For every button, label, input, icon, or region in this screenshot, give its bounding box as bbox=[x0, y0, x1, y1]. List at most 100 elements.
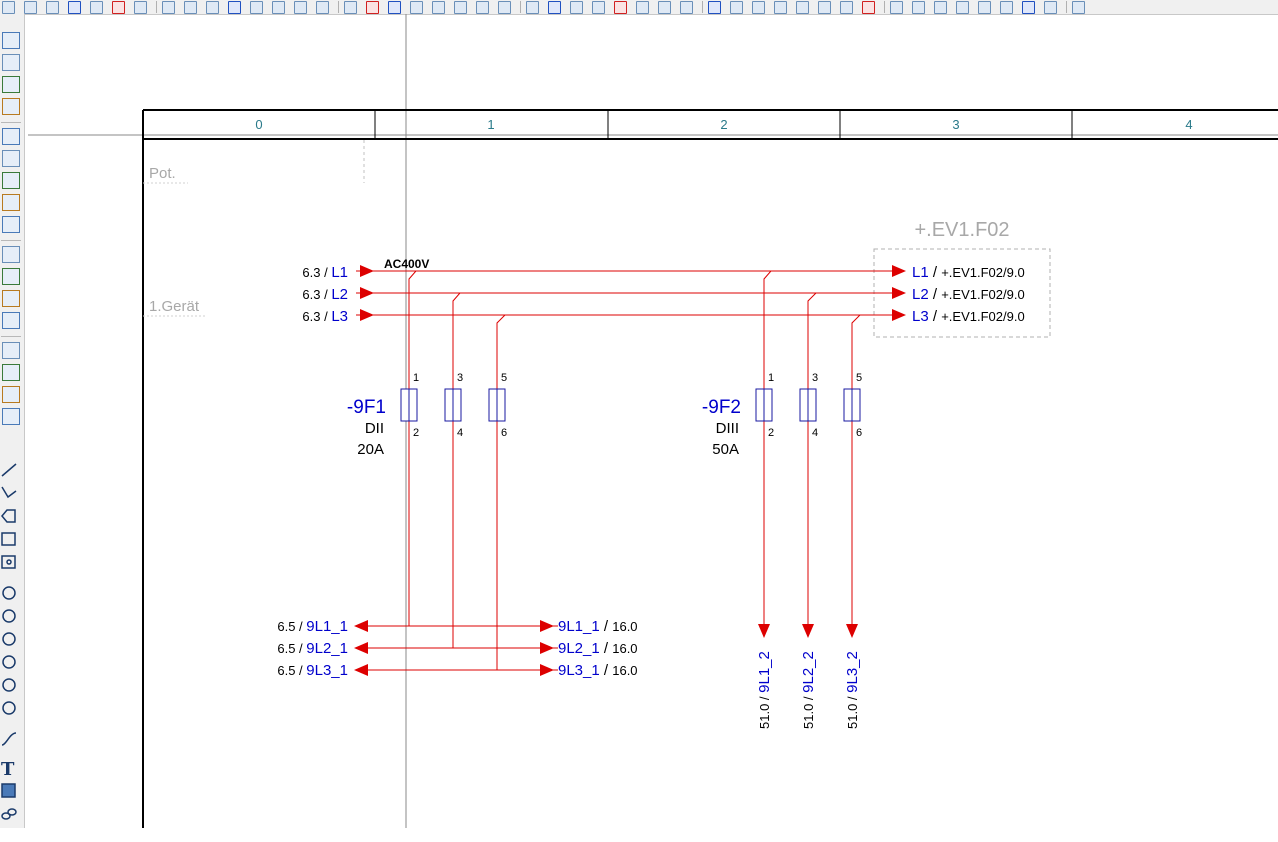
tool-icon[interactable] bbox=[272, 1, 285, 14]
output-right-9L2_1[interactable]: 9L2_1 / 16.0 bbox=[558, 640, 638, 657]
tool-icon[interactable] bbox=[228, 1, 241, 14]
tool-icon[interactable] bbox=[388, 1, 401, 14]
output-vertical-label[interactable]: 51.0 / 9L3_2 bbox=[844, 651, 861, 729]
left-tool-icon[interactable] bbox=[2, 54, 20, 71]
arc-icon[interactable] bbox=[2, 655, 16, 669]
left-tool-icon[interactable] bbox=[2, 150, 20, 167]
tool-icon[interactable] bbox=[250, 1, 263, 14]
tool-icon[interactable] bbox=[752, 1, 765, 14]
tool-icon[interactable] bbox=[184, 1, 197, 14]
incoming-potential-L3[interactable]: 6.3 / L3 bbox=[302, 308, 348, 325]
left-tool-icon[interactable] bbox=[2, 386, 20, 403]
tool-icon[interactable] bbox=[498, 1, 511, 14]
schematic-canvas[interactable]: 0 1 2 3 4 Pot. 1.Gerät AC400V +.EV1.F02 1 2 3 4… bbox=[0, 0, 1278, 828]
pie-icon[interactable] bbox=[2, 632, 16, 646]
tool-icon[interactable] bbox=[344, 1, 357, 14]
tool-icon[interactable] bbox=[68, 1, 81, 14]
left-tool-icon[interactable] bbox=[2, 216, 20, 233]
left-tool-icon[interactable] bbox=[2, 408, 20, 425]
tool-icon[interactable] bbox=[890, 1, 903, 14]
output-right-9L3_1[interactable]: 9L3_1 / 16.0 bbox=[558, 662, 638, 679]
left-tool-icon[interactable] bbox=[2, 246, 20, 263]
tool-icon[interactable] bbox=[112, 1, 125, 14]
output-vertical-9L2_2[interactable]: 51.0 / 9L2_2 bbox=[800, 651, 817, 729]
left-tool-icon[interactable] bbox=[2, 32, 20, 49]
tool-icon[interactable] bbox=[206, 1, 219, 14]
fuse-9F2[interactable]: 1 2 3 4 5 6 -9F2 DIII 50A bbox=[702, 372, 862, 458]
output-left-9L2_1[interactable]: 6.5 / 9L2_1 bbox=[277, 640, 348, 657]
left-tool-icon[interactable] bbox=[2, 342, 20, 359]
tool-icon[interactable] bbox=[1022, 1, 1035, 14]
tool-icon[interactable] bbox=[818, 1, 831, 14]
tool-icon[interactable] bbox=[708, 1, 721, 14]
tool-icon[interactable] bbox=[592, 1, 605, 14]
left-tool-icon[interactable] bbox=[2, 98, 20, 115]
tool-icon[interactable] bbox=[454, 1, 467, 14]
tool-icon[interactable] bbox=[636, 1, 649, 14]
output-right-9L1_1[interactable]: 9L1_1 / 16.0 bbox=[558, 618, 638, 635]
tool-icon[interactable] bbox=[730, 1, 743, 14]
tool-icon[interactable] bbox=[1072, 1, 1085, 14]
fuse-9F1[interactable]: 1 2 3 4 5 6 -9F1 DII 20A bbox=[347, 372, 507, 458]
tool-icon[interactable] bbox=[2, 1, 15, 14]
tool-icon[interactable] bbox=[1044, 1, 1057, 14]
tool-icon[interactable] bbox=[90, 1, 103, 14]
output-left-9L1_1[interactable]: 6.5 / 9L1_1 bbox=[277, 618, 348, 635]
text-icon[interactable]: T bbox=[1, 759, 15, 780]
cross-ref-box[interactable] bbox=[873, 248, 1051, 338]
output-left-9L3_1[interactable]: 6.5 / 9L3_1 bbox=[277, 662, 348, 679]
tool-icon[interactable] bbox=[548, 1, 561, 14]
tool-icon[interactable] bbox=[162, 1, 175, 14]
tool-icon[interactable] bbox=[978, 1, 991, 14]
ellipse-icon[interactable] bbox=[2, 701, 16, 715]
tool-icon[interactable] bbox=[476, 1, 489, 14]
line-icon[interactable] bbox=[1, 463, 17, 477]
tool-icon[interactable] bbox=[294, 1, 307, 14]
tool-icon[interactable] bbox=[658, 1, 671, 14]
left-tool-icon[interactable] bbox=[2, 172, 20, 189]
spline-icon[interactable] bbox=[1, 732, 17, 746]
tool-icon[interactable] bbox=[570, 1, 583, 14]
tool-icon[interactable] bbox=[614, 1, 627, 14]
tool-icon[interactable] bbox=[840, 1, 853, 14]
output-vertical-label[interactable]: 51.0 / 9L1_2 bbox=[756, 651, 773, 729]
tool-icon[interactable] bbox=[410, 1, 423, 14]
polyline-icon[interactable] bbox=[1, 486, 17, 499]
tool-icon[interactable] bbox=[796, 1, 809, 14]
tool-icon[interactable] bbox=[1000, 1, 1013, 14]
circle-icon[interactable] bbox=[2, 586, 16, 600]
tool-icon[interactable] bbox=[366, 1, 379, 14]
tool-icon[interactable] bbox=[934, 1, 947, 14]
tool-icon[interactable] bbox=[774, 1, 787, 14]
incoming-potential-L1[interactable]: 6.3 / L1 bbox=[302, 264, 348, 281]
output-vertical-label[interactable]: 51.0 / 9L2_2 bbox=[800, 651, 817, 729]
tool-icon[interactable] bbox=[862, 1, 875, 14]
left-tool-icon[interactable] bbox=[2, 364, 20, 381]
crossref-item-L3[interactable]: L3 / +.EV1.F02/9.0 bbox=[912, 308, 1025, 325]
left-tool-icon[interactable] bbox=[2, 290, 20, 307]
tool-icon[interactable] bbox=[526, 1, 539, 14]
tool-icon[interactable] bbox=[134, 1, 147, 14]
incoming-potential-L2[interactable]: 6.3 / L2 bbox=[302, 286, 348, 303]
left-tool-icon[interactable] bbox=[2, 76, 20, 93]
output-vertical-9L1_2[interactable]: 51.0 / 9L1_2 bbox=[756, 651, 773, 729]
tool-icon[interactable] bbox=[24, 1, 37, 14]
crossref-item-L1[interactable]: L1 / +.EV1.F02/9.0 bbox=[912, 264, 1025, 281]
tool-icon[interactable] bbox=[912, 1, 925, 14]
ellipse-circle-icon[interactable] bbox=[2, 678, 16, 692]
left-tool-icon[interactable] bbox=[2, 128, 20, 145]
left-tool-icon[interactable] bbox=[2, 194, 20, 211]
tool-icon[interactable] bbox=[46, 1, 59, 14]
image-frame-icon[interactable] bbox=[1, 555, 16, 569]
rectangle-icon[interactable] bbox=[1, 532, 16, 546]
left-tool-icon[interactable] bbox=[2, 268, 20, 285]
tool-icon[interactable] bbox=[956, 1, 969, 14]
crossref-item-L2[interactable]: L2 / +.EV1.F02/9.0 bbox=[912, 286, 1025, 303]
picture-icon[interactable] bbox=[1, 783, 16, 798]
tool-icon[interactable] bbox=[432, 1, 445, 14]
polygon-icon[interactable] bbox=[1, 509, 16, 523]
tool-icon[interactable] bbox=[316, 1, 329, 14]
circle-arc-icon[interactable] bbox=[2, 609, 16, 623]
link-icon[interactable] bbox=[1, 808, 17, 820]
tool-icon[interactable] bbox=[680, 1, 693, 14]
